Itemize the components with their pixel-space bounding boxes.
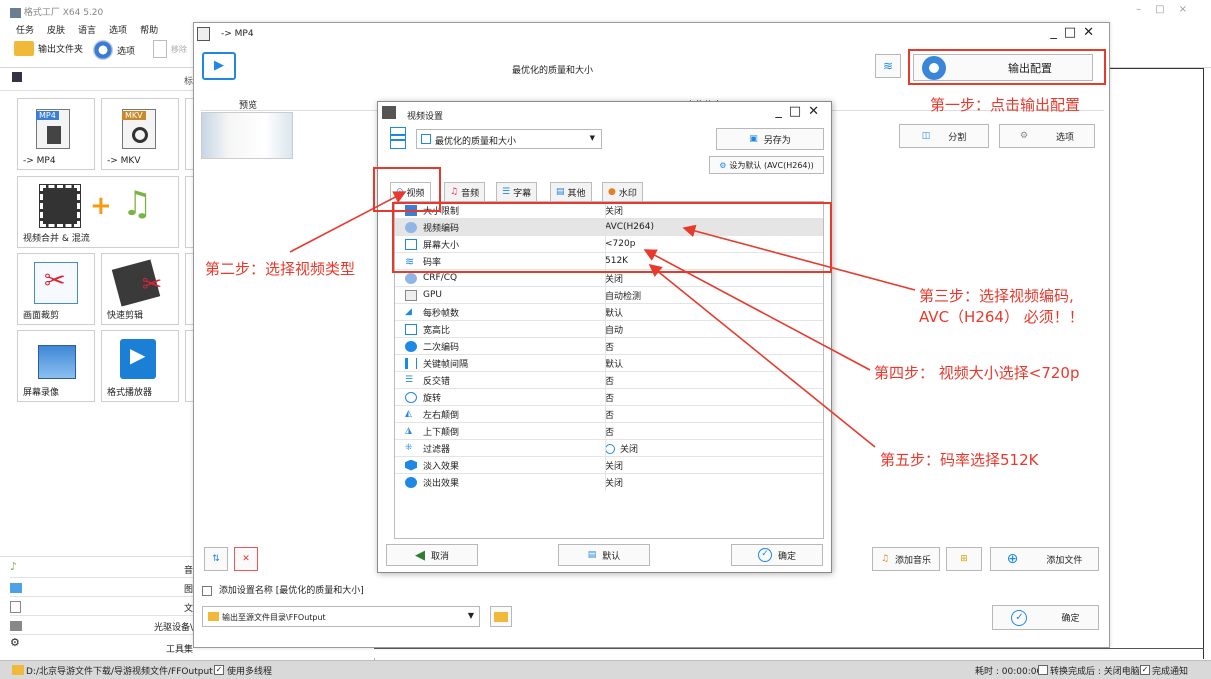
arrow-step2 bbox=[289, 191, 407, 253]
arrow-step5 bbox=[648, 263, 876, 448]
annotation-arrows bbox=[289, 191, 916, 448]
arrow-step3 bbox=[682, 224, 916, 291]
